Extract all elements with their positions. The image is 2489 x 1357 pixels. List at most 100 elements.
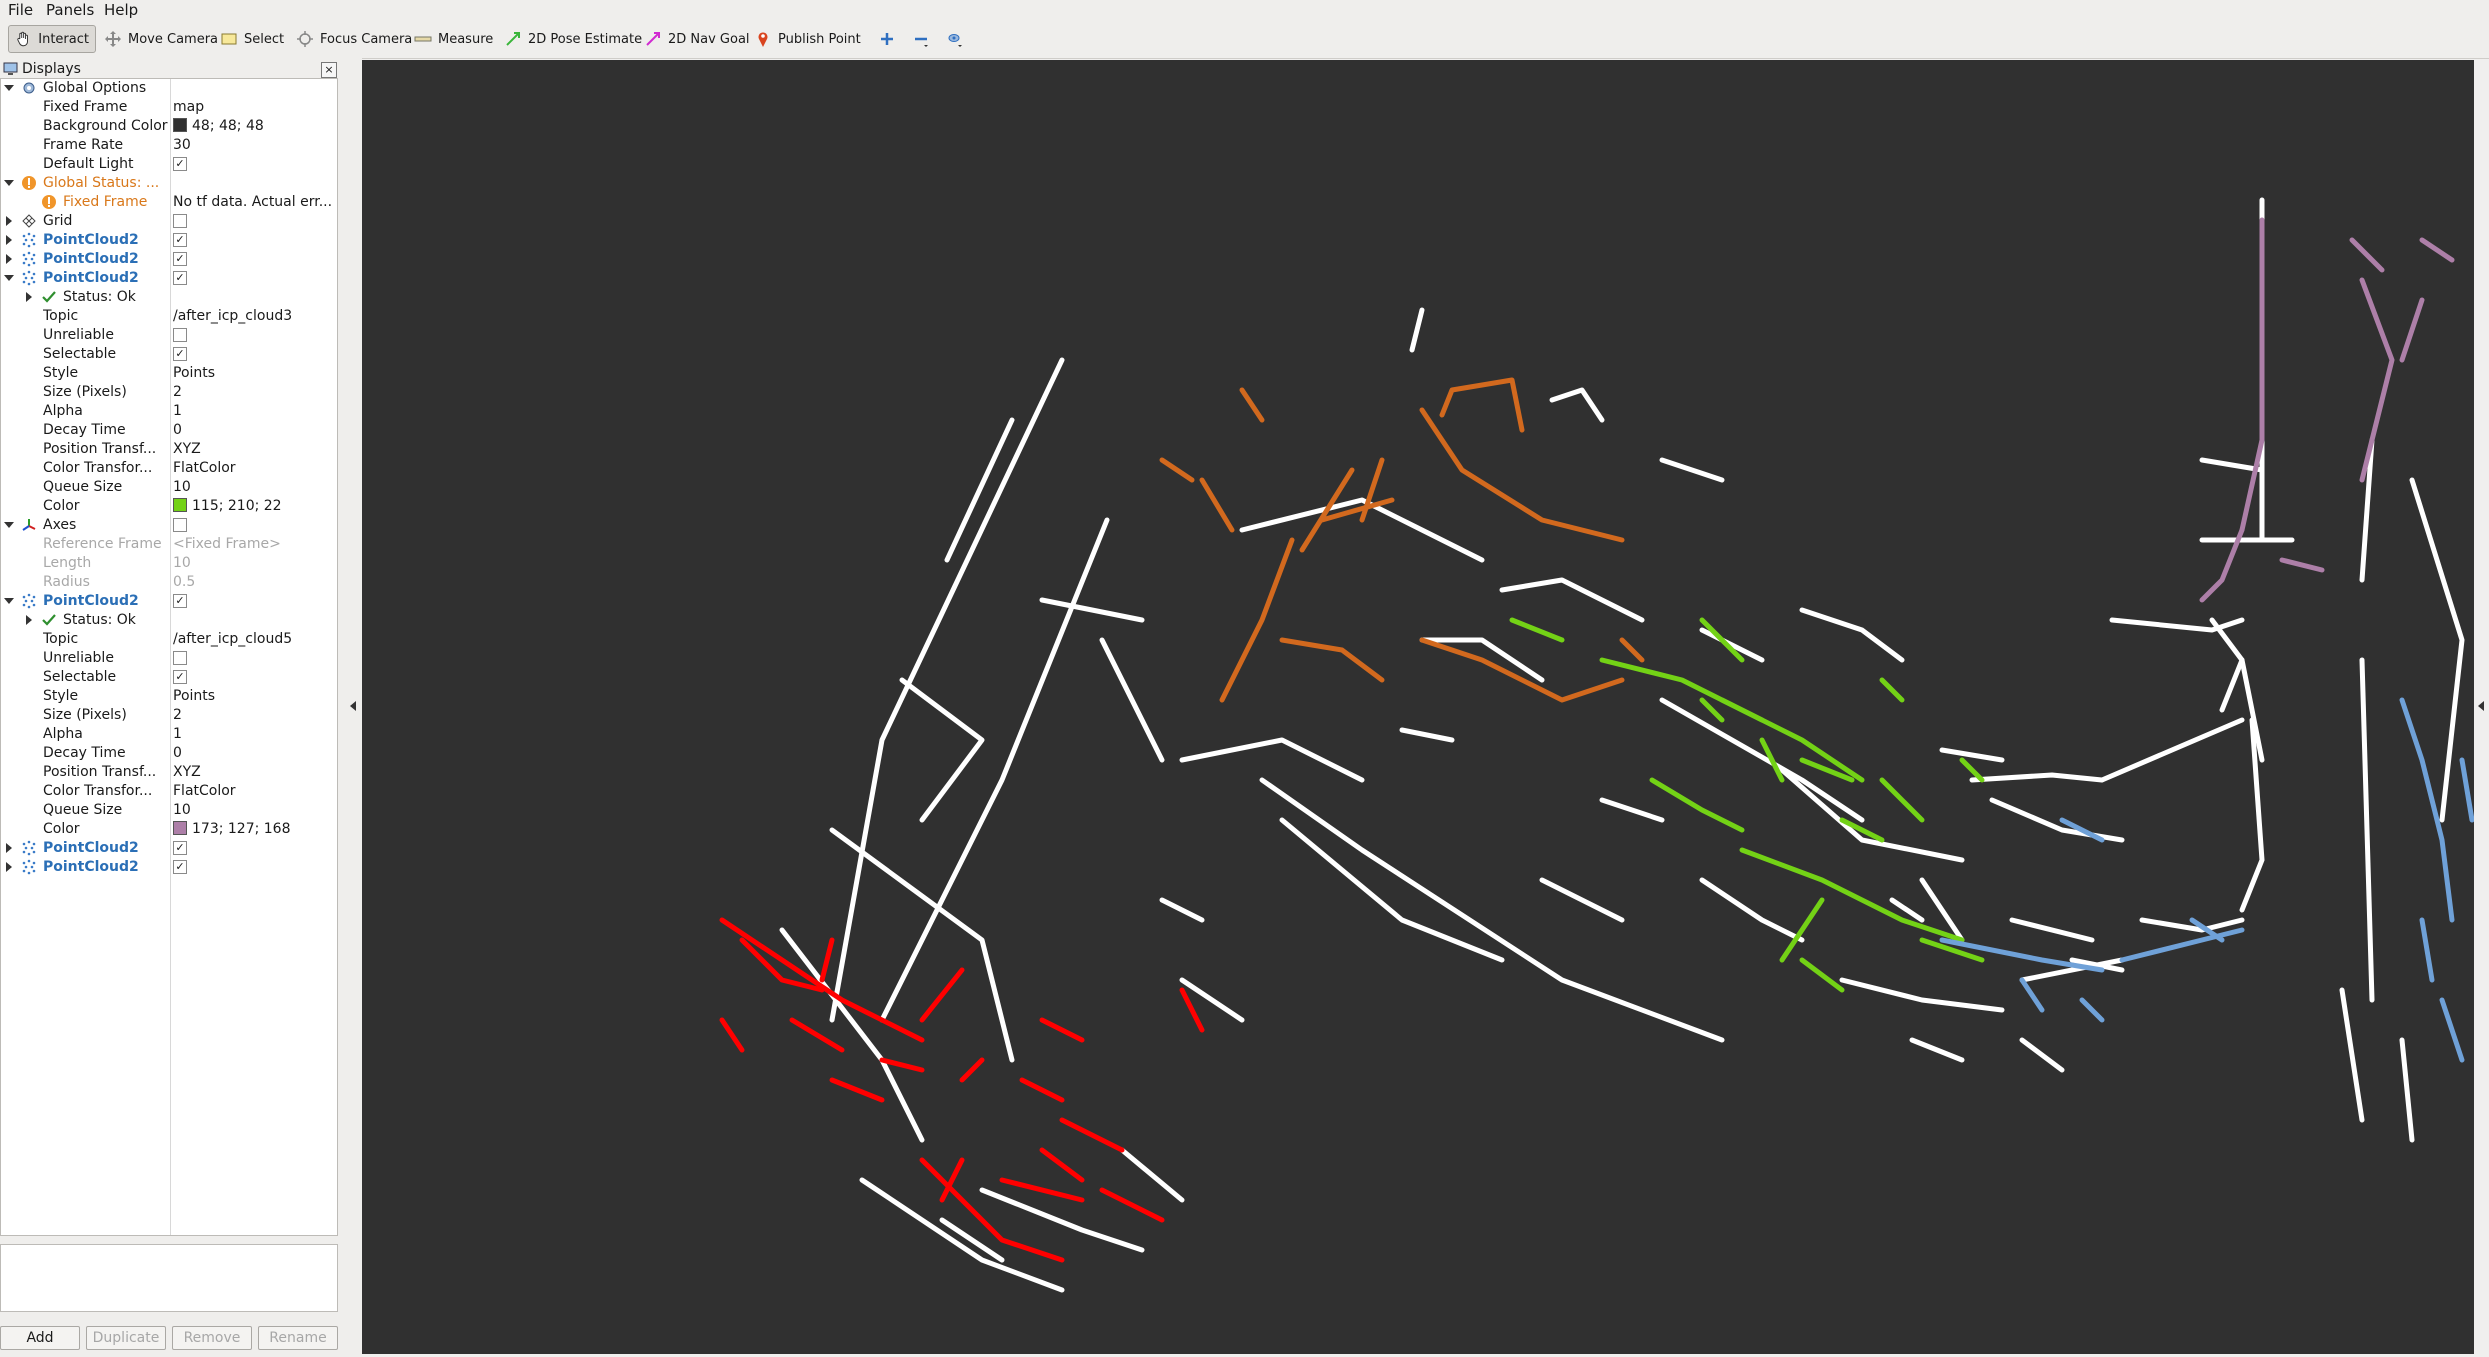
queue-size-value[interactable]: 10: [173, 479, 337, 495]
unreliable-checkbox[interactable]: [173, 328, 187, 342]
tree-row-size[interactable]: Size (Pixels) 2: [1, 706, 337, 725]
topic-value[interactable]: /after_icp_cloud5: [173, 631, 337, 647]
tree-row-selectable[interactable]: Selectable ✓: [1, 345, 337, 364]
grid-checkbox[interactable]: [173, 214, 187, 228]
duplicate-button[interactable]: Duplicate: [86, 1326, 166, 1350]
collapse-arrow-icon[interactable]: [6, 254, 12, 264]
tree-row-alpha[interactable]: Alpha 1: [1, 402, 337, 421]
length-value[interactable]: 10: [173, 555, 337, 571]
collapse-arrow-icon[interactable]: [6, 216, 12, 226]
tree-row-topic[interactable]: Topic /after_icp_cloud3: [1, 307, 337, 326]
tree-row-fixed-frame[interactable]: Fixed Frame map: [1, 98, 337, 117]
style-value[interactable]: Points: [173, 688, 337, 704]
tree-row-pointcloud2-4[interactable]: PointCloud2 ✓: [1, 592, 337, 611]
tree-row-style[interactable]: Style Points: [1, 687, 337, 706]
collapse-arrow-icon[interactable]: [6, 862, 12, 872]
tree-row-radius[interactable]: Radius 0.5: [1, 573, 337, 592]
tree-row-style[interactable]: Style Points: [1, 364, 337, 383]
tree-row-queue-size[interactable]: Queue Size 10: [1, 478, 337, 497]
radius-value[interactable]: 0.5: [173, 574, 337, 590]
reference-frame-value[interactable]: <Fixed Frame>: [173, 536, 337, 552]
tree-row-decay-time[interactable]: Decay Time 0: [1, 744, 337, 763]
measure-button[interactable]: Measure: [408, 25, 499, 53]
tree-row-queue-size[interactable]: Queue Size 10: [1, 801, 337, 820]
alpha-value[interactable]: 1: [173, 726, 337, 742]
tree-row-selectable[interactable]: Selectable ✓: [1, 668, 337, 687]
background-color-value[interactable]: 48; 48; 48: [173, 118, 337, 134]
tree-row-color-transformer[interactable]: Color Transfor... FlatColor: [1, 459, 337, 478]
selectable-checkbox[interactable]: ✓: [173, 347, 187, 361]
tree-row-reference-frame[interactable]: Reference Frame <Fixed Frame>: [1, 535, 337, 554]
axes-checkbox[interactable]: [173, 518, 187, 532]
alpha-value[interactable]: 1: [173, 403, 337, 419]
remove-tool-button[interactable]: [906, 25, 936, 53]
tree-row-axes[interactable]: Axes: [1, 516, 337, 535]
nav-goal-button[interactable]: 2D Nav Goal: [638, 25, 756, 53]
move-camera-button[interactable]: Move Camera: [98, 25, 224, 53]
pointcloud2-checkbox[interactable]: ✓: [173, 841, 187, 855]
position-transformer-value[interactable]: XYZ: [173, 764, 337, 780]
tree-row-unreliable[interactable]: Unreliable: [1, 649, 337, 668]
color-value[interactable]: 173; 127; 168: [173, 821, 337, 837]
size-value[interactable]: 2: [173, 384, 337, 400]
tree-row-position-transformer[interactable]: Position Transf... XYZ: [1, 440, 337, 459]
tree-row-status-ok[interactable]: Status: Ok: [1, 288, 337, 307]
frame-rate-value[interactable]: 30: [173, 137, 337, 153]
tree-row-global-options[interactable]: Global Options: [1, 79, 337, 98]
publish-point-button[interactable]: Publish Point: [748, 25, 867, 53]
color-value[interactable]: 115; 210; 22: [173, 498, 337, 514]
color-transformer-value[interactable]: FlatColor: [173, 783, 337, 799]
tree-row-grid[interactable]: Grid: [1, 212, 337, 231]
tree-row-global-status[interactable]: Global Status: ...: [1, 174, 337, 193]
tree-row-pointcloud2-3[interactable]: PointCloud2 ✓: [1, 269, 337, 288]
tool-properties-button[interactable]: [940, 25, 970, 53]
pointcloud2-checkbox[interactable]: ✓: [173, 860, 187, 874]
tree-row-color-transformer[interactable]: Color Transfor... FlatColor: [1, 782, 337, 801]
topic-value[interactable]: /after_icp_cloud3: [173, 308, 337, 324]
expand-arrow-icon[interactable]: [4, 598, 14, 604]
fixed-frame-value[interactable]: map: [173, 99, 337, 115]
tree-row-color[interactable]: Color 173; 127; 168: [1, 820, 337, 839]
panel-close-button[interactable]: ×: [321, 62, 337, 78]
expand-arrow-icon[interactable]: [4, 85, 14, 91]
expand-arrow-icon[interactable]: [4, 275, 14, 281]
pointcloud2-checkbox[interactable]: ✓: [173, 594, 187, 608]
collapse-right-arrow-icon[interactable]: [2478, 701, 2484, 711]
selectable-checkbox[interactable]: ✓: [173, 670, 187, 684]
focus-camera-button[interactable]: Focus Camera: [290, 25, 418, 53]
tree-row-fixed-frame-error[interactable]: Fixed Frame No tf data. Actual err...: [1, 193, 337, 212]
menu-file[interactable]: File: [8, 1, 33, 19]
size-value[interactable]: 2: [173, 707, 337, 723]
queue-size-value[interactable]: 10: [173, 802, 337, 818]
tree-row-size[interactable]: Size (Pixels) 2: [1, 383, 337, 402]
expand-arrow-icon[interactable]: [4, 522, 14, 528]
tree-row-position-transformer[interactable]: Position Transf... XYZ: [1, 763, 337, 782]
add-button[interactable]: Add: [0, 1326, 80, 1350]
expand-arrow-icon[interactable]: [4, 180, 14, 186]
tree-row-length[interactable]: Length 10: [1, 554, 337, 573]
color-transformer-value[interactable]: FlatColor: [173, 460, 337, 476]
tree-row-default-light[interactable]: Default Light ✓: [1, 155, 337, 174]
collapse-left-arrow-icon[interactable]: [350, 701, 356, 711]
select-button[interactable]: Select: [214, 25, 290, 53]
rename-button[interactable]: Rename: [258, 1326, 338, 1350]
pointcloud2-checkbox[interactable]: ✓: [173, 233, 187, 247]
tree-row-frame-rate[interactable]: Frame Rate 30: [1, 136, 337, 155]
tree-row-pointcloud2-2[interactable]: PointCloud2 ✓: [1, 250, 337, 269]
collapse-arrow-icon[interactable]: [26, 292, 32, 302]
decay-time-value[interactable]: 0: [173, 422, 337, 438]
menu-help[interactable]: Help: [104, 1, 138, 19]
tree-row-color[interactable]: Color 115; 210; 22: [1, 497, 337, 516]
tree-row-pointcloud2-5[interactable]: PointCloud2 ✓: [1, 839, 337, 858]
tree-row-pointcloud2-6[interactable]: PointCloud2 ✓: [1, 858, 337, 877]
tree-row-unreliable[interactable]: Unreliable: [1, 326, 337, 345]
style-value[interactable]: Points: [173, 365, 337, 381]
tree-row-pointcloud2-1[interactable]: PointCloud2 ✓: [1, 231, 337, 250]
unreliable-checkbox[interactable]: [173, 651, 187, 665]
interact-tool-button[interactable]: Interact: [8, 25, 96, 53]
add-tool-button[interactable]: [872, 25, 902, 53]
tree-row-alpha[interactable]: Alpha 1: [1, 725, 337, 744]
pointcloud2-checkbox[interactable]: ✓: [173, 271, 187, 285]
position-transformer-value[interactable]: XYZ: [173, 441, 337, 457]
tree-row-topic[interactable]: Topic /after_icp_cloud5: [1, 630, 337, 649]
